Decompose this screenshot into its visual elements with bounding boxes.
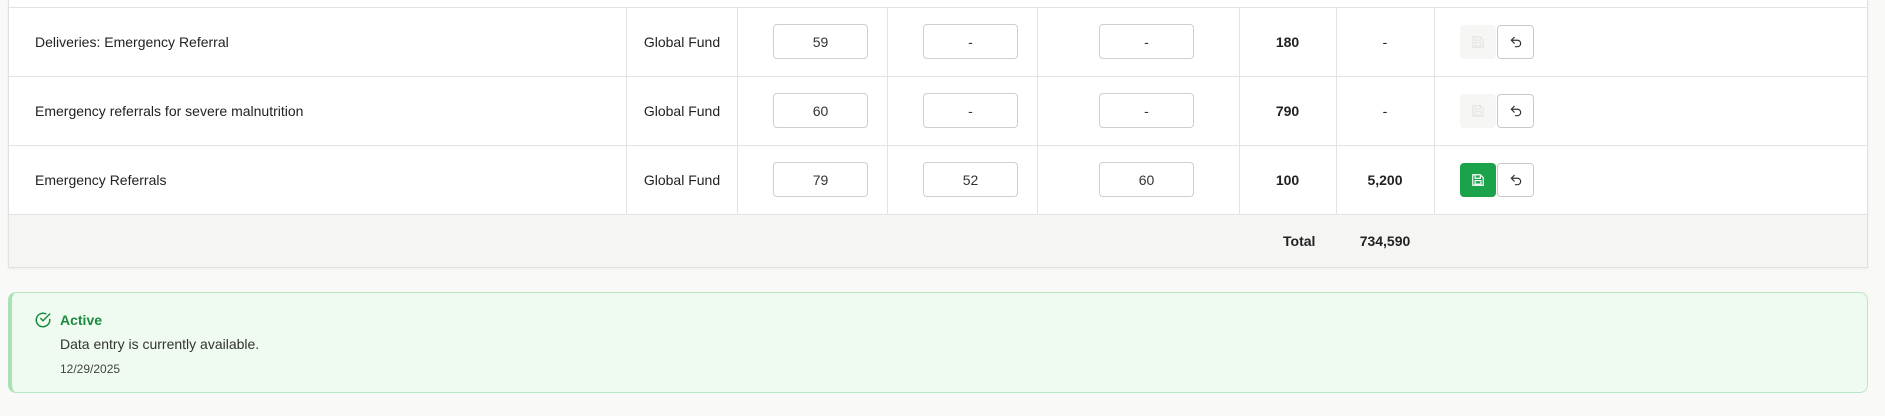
value-input-3[interactable]: 60 (1099, 162, 1194, 197)
undo-icon (1510, 36, 1521, 48)
value-input-3[interactable]: - (1099, 24, 1194, 59)
value-input-2[interactable]: 52 (923, 162, 1018, 197)
target-value: 180 (1275, 34, 1300, 50)
status-date: 12/29/2025 (60, 362, 121, 376)
save-icon (1472, 105, 1484, 117)
row-total: - (1382, 34, 1388, 50)
undo-button[interactable] (1497, 94, 1534, 128)
value-input-1[interactable]: 60 (773, 93, 868, 128)
status-title: Active (60, 312, 103, 328)
value-input-1[interactable]: 59 (773, 24, 868, 59)
undo-button[interactable] (1497, 25, 1534, 59)
status-message: Data entry is currently available. (60, 336, 260, 352)
undo-icon (1510, 174, 1521, 186)
check-circle-icon (35, 312, 51, 328)
save-button[interactable] (1460, 163, 1496, 197)
save-icon (1472, 174, 1484, 186)
value-input-1[interactable]: 79 (773, 162, 868, 197)
indicator-name: Emergency Referrals (35, 172, 167, 188)
table-row: Emergency Referrals Global Fund 79 52 60… (9, 145, 1867, 214)
value-input-2[interactable]: - (923, 24, 1018, 59)
undo-button[interactable] (1497, 163, 1534, 197)
total-label: Total (1283, 233, 1316, 249)
fund-name: Global Fund (643, 172, 721, 188)
save-button[interactable] (1460, 94, 1496, 128)
undo-icon (1510, 105, 1521, 117)
save-icon (1472, 36, 1484, 48)
target-value: 100 (1275, 172, 1300, 188)
indicator-name: Emergency referrals for severe malnutrit… (35, 103, 304, 119)
row-total: 5,200 (1367, 172, 1403, 188)
table-row: Deliveries: Emergency Referral Global Fu… (9, 7, 1867, 76)
save-button[interactable] (1460, 25, 1496, 59)
value-input-2[interactable]: - (923, 93, 1018, 128)
table-row: Emergency referrals for severe malnutrit… (9, 76, 1867, 145)
value-input-3[interactable]: - (1099, 93, 1194, 128)
fund-name: Global Fund (643, 103, 721, 119)
table-footer: Total 734,590 (9, 214, 1867, 267)
grand-total: 734,590 (1359, 233, 1411, 249)
target-value: 790 (1275, 103, 1300, 119)
fund-name: Global Fund (643, 34, 721, 50)
indicator-name: Deliveries: Emergency Referral (35, 34, 229, 50)
status-banner: Active Data entry is currently available… (8, 292, 1868, 393)
indicator-table: Deliveries: Emergency Referral Global Fu… (8, 0, 1868, 268)
row-total: - (1382, 103, 1388, 119)
